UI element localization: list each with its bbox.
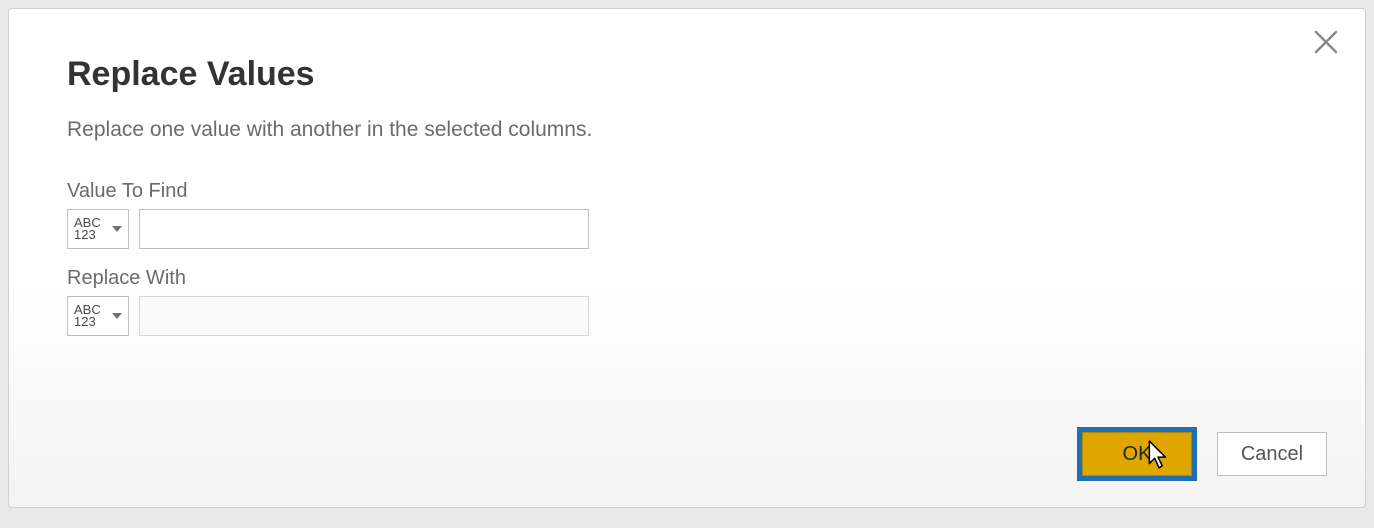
- type-picker-text: ABC 123: [74, 217, 101, 241]
- replace-with-group: Replace With ABC 123: [67, 267, 1307, 336]
- dialog-title: Replace Values: [67, 55, 1307, 94]
- replace-with-type-picker[interactable]: ABC 123: [67, 296, 129, 336]
- ok-button[interactable]: OK: [1082, 432, 1192, 476]
- close-icon[interactable]: [1311, 27, 1341, 57]
- value-to-find-group: Value To Find ABC 123: [67, 180, 1307, 249]
- dialog-button-row: OK Cancel: [1077, 427, 1327, 481]
- type-picker-text: ABC 123: [74, 304, 101, 328]
- app-stage: Replace Values Replace one value with an…: [0, 0, 1374, 528]
- value-to-find-row: ABC 123: [67, 209, 1307, 249]
- cancel-button[interactable]: Cancel: [1217, 432, 1327, 476]
- value-to-find-label: Value To Find: [67, 180, 1307, 203]
- replace-with-input[interactable]: [139, 296, 589, 336]
- ok-button-highlight: OK: [1077, 427, 1197, 481]
- replace-values-dialog: Replace Values Replace one value with an…: [8, 8, 1366, 508]
- value-to-find-type-picker[interactable]: ABC 123: [67, 209, 129, 249]
- chevron-down-icon: [112, 313, 122, 319]
- type-picker-line2: 123: [74, 316, 96, 328]
- replace-with-row: ABC 123: [67, 296, 1307, 336]
- replace-with-label: Replace With: [67, 267, 1307, 290]
- dialog-subtitle: Replace one value with another in the se…: [67, 118, 1307, 142]
- chevron-down-icon: [112, 226, 122, 232]
- type-picker-line2: 123: [74, 229, 96, 241]
- value-to-find-input[interactable]: [139, 209, 589, 249]
